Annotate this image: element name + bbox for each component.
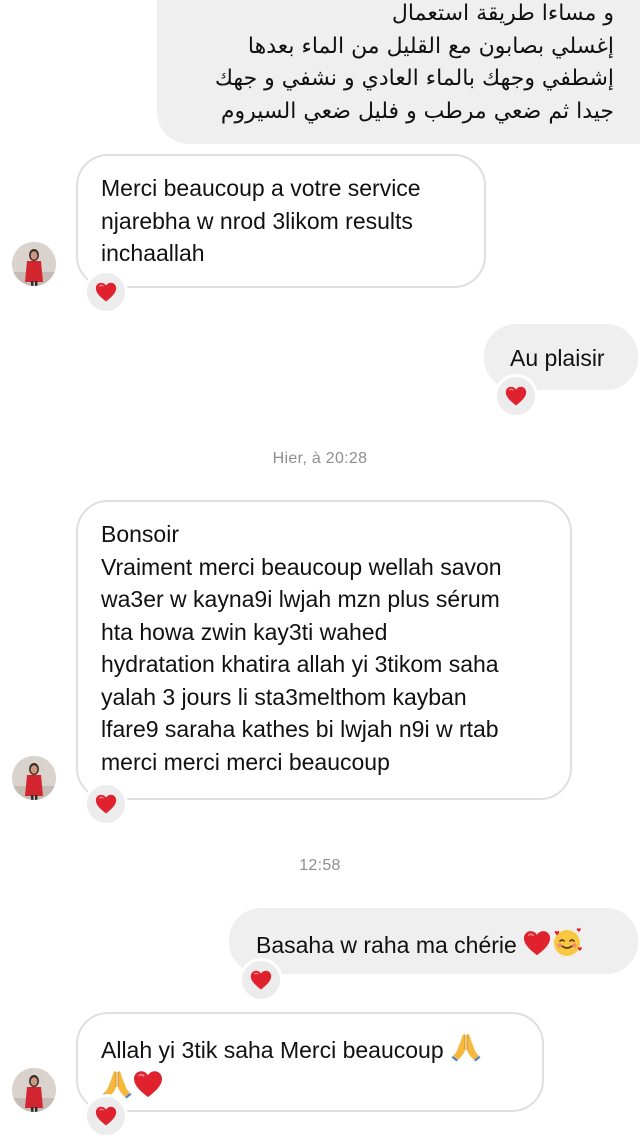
message-text-line: hta howa zwin kay3ti wahed <box>101 618 388 645</box>
message-bubble-outgoing[interactable]: Basaha w raha ma chérie <box>229 908 638 974</box>
red-heart-icon <box>505 386 527 406</box>
reaction-badge[interactable] <box>84 270 128 314</box>
message-text-line: و مساءا طريقة استعمال <box>391 1 614 26</box>
message-text-line: inchaallah <box>101 240 205 266</box>
message-bubble-incoming[interactable]: Allah yi 3tik saha Merci beaucoup <box>76 1012 544 1112</box>
reaction-badge[interactable] <box>84 1094 128 1138</box>
message-text-line: hydratation khatira allah yi 3tikom saha <box>101 651 499 677</box>
red-heart-icon <box>95 794 117 814</box>
message-text-line: إغسلي بصابون مع القليل من الماء بعدها <box>247 33 614 59</box>
smiling-face-with-hearts-icon <box>551 926 583 958</box>
red-heart-icon <box>95 1106 117 1126</box>
message-text: Basaha w raha ma chérie <box>256 932 517 958</box>
message-text-line: njarebha w nrod 3likom results <box>101 207 413 234</box>
red-heart-icon <box>95 282 117 302</box>
reaction-badge[interactable] <box>494 374 538 418</box>
message-text-line: wa3er w kayna9i lwjah mzn plus sérum <box>101 586 500 612</box>
message-bubble-incoming[interactable]: Merci beaucoup a votre service njarebha … <box>76 154 486 288</box>
reaction-badge[interactable] <box>239 958 283 1002</box>
message-text-line: merci merci merci beaucoup <box>101 748 390 775</box>
contact-avatar[interactable] <box>12 1068 56 1112</box>
red-heart-icon <box>250 970 272 990</box>
avatar-image <box>12 1068 56 1112</box>
message-text-line: Merci beaucoup a votre service <box>101 175 421 201</box>
message-text-line: Au plaisir <box>510 345 605 371</box>
avatar-image <box>12 242 56 286</box>
red-heart-icon <box>523 930 551 956</box>
contact-avatar[interactable] <box>12 756 56 800</box>
message-text: Allah yi 3tik saha Merci beaucoup <box>101 1037 444 1063</box>
avatar-image <box>12 756 56 800</box>
message-text-line: Allah yi 3tik saha Merci beaucoup <box>101 1030 520 1067</box>
message-text-line: Vraiment merci beaucoup wellah savon <box>101 553 502 580</box>
message-text-line: lfare9 saraha kathes bi lwjah n9i w rtab <box>101 716 499 742</box>
message-text-line: Bonsoir <box>101 521 179 547</box>
message-text-line: جيدا ثم ضعي مرطب و فليل ضعي السيروم <box>220 98 614 124</box>
red-heart-icon <box>133 1070 163 1098</box>
message-bubble-outgoing[interactable]: و مساءا طريقة استعمال إغسلي بصابون مع ال… <box>157 0 640 144</box>
message-text-line: Basaha w raha ma chérie <box>256 926 612 962</box>
reaction-badge[interactable] <box>84 782 128 826</box>
message-text-line: إشطفي وجهك بالماء العادي و نشفي و جهك <box>214 66 614 91</box>
conversation-timestamp: Hier, à 20:28 <box>272 450 368 467</box>
message-bubble-incoming[interactable]: Bonsoir Vraiment merci beaucoup wellah s… <box>76 500 572 800</box>
contact-avatar[interactable] <box>12 242 56 286</box>
message-text-line <box>101 1067 520 1104</box>
message-text-line: yalah 3 jours li sta3melthom kayban <box>101 683 467 710</box>
folded-hands-icon <box>450 1030 482 1062</box>
conversation-timestamp: 12:58 <box>299 857 341 874</box>
